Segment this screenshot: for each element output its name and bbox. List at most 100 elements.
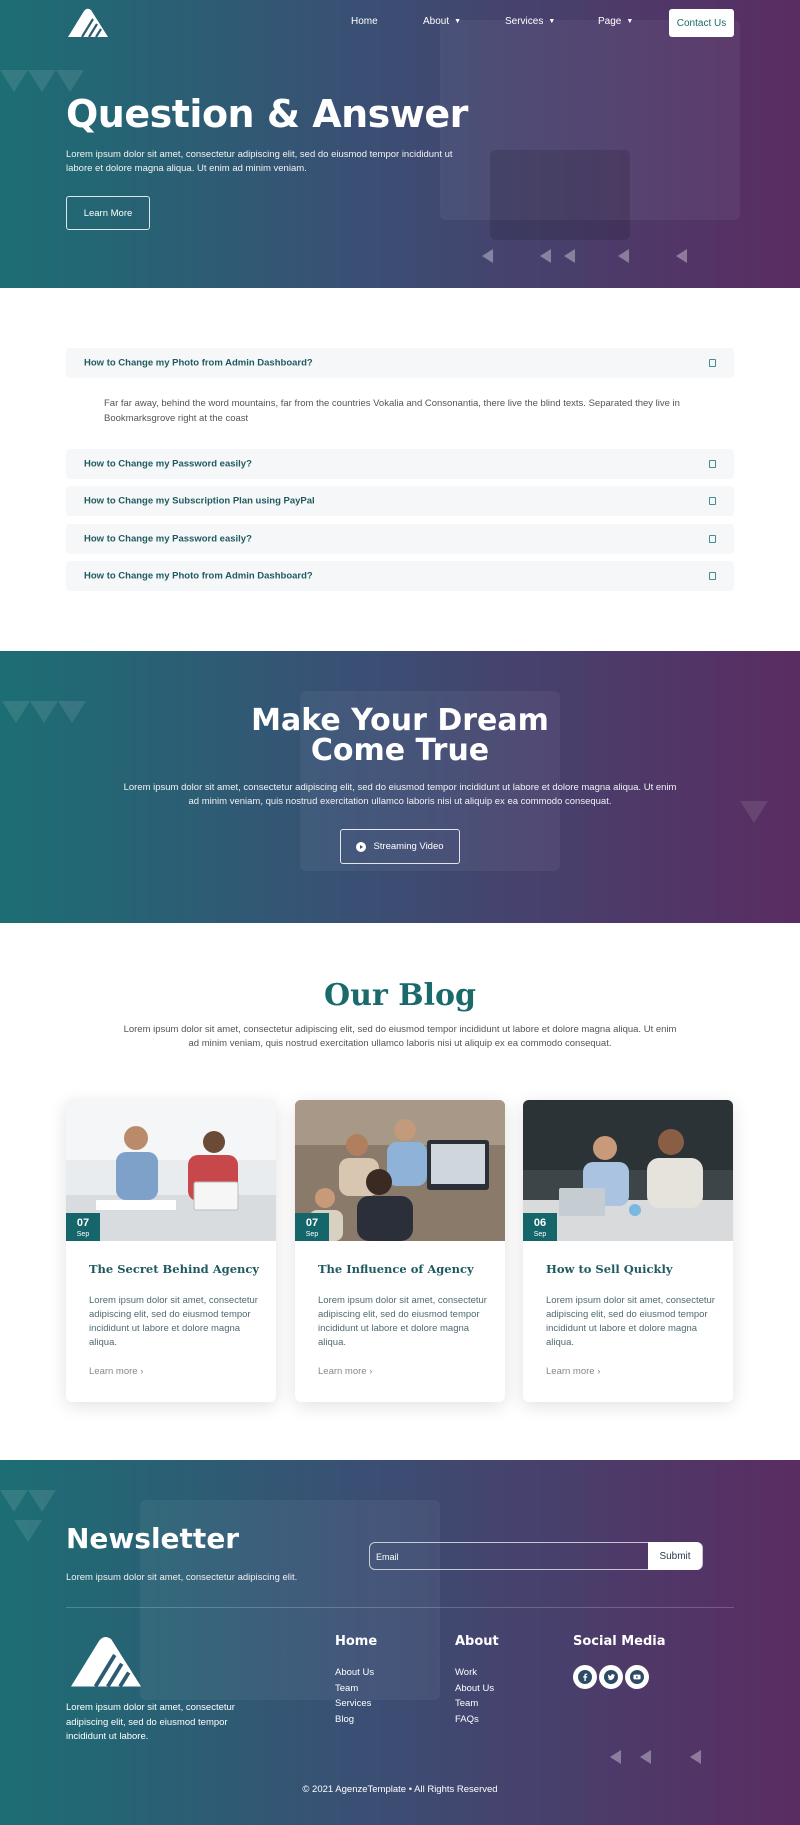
learn-more-link[interactable]: Learn more › (318, 1366, 372, 1377)
footer-link[interactable]: Team (335, 1681, 374, 1697)
arrow-right-icon: › (140, 1366, 144, 1377)
blog-card: 07 Sep The Influence of Agency Lorem ips… (295, 1100, 505, 1402)
logo-icon[interactable] (66, 7, 110, 39)
chevron-down-icon: ▼ (454, 18, 462, 25)
faq-question: How to Change my Photo from Admin Dashbo… (84, 357, 313, 369)
footer-link[interactable]: About Us (335, 1665, 374, 1681)
contact-us-button[interactable]: Contact Us (669, 9, 734, 37)
nav-label: Page (598, 16, 622, 27)
learn-more-button[interactable]: Learn More (66, 196, 150, 230)
nav-label: About (423, 16, 450, 27)
faq-question: How to Change my Photo from Admin Dashbo… (84, 570, 313, 582)
blog-card: 07 Sep The Secret Behind Agency Lorem ip… (66, 1100, 276, 1402)
learn-more-label: Learn more (318, 1366, 367, 1377)
date-badge: 07 Sep (295, 1213, 329, 1241)
faq-item[interactable]: How to Change my Subscription Plan using… (66, 486, 734, 516)
arrow-right-icon: › (369, 1366, 373, 1377)
youtube-icon[interactable] (625, 1665, 649, 1689)
toggle-icon (709, 535, 716, 543)
nav-label: Home (351, 16, 378, 27)
decor-arrow (676, 249, 687, 263)
footer-link[interactable]: FAQs (455, 1712, 494, 1728)
blog-card-title[interactable]: How to Sell Quickly (546, 1262, 673, 1276)
date-day: 07 (76, 1217, 90, 1229)
decor-triangle (14, 1520, 42, 1542)
footer-links-home: About Us Team Services Blog (335, 1665, 374, 1727)
decor-triangle (28, 70, 56, 92)
footer-logo-icon[interactable] (66, 1634, 146, 1690)
nav-services[interactable]: Services ▼ (505, 16, 555, 27)
footer-link[interactable]: Team (455, 1696, 494, 1712)
blog-card-title[interactable]: The Influence of Agency (318, 1262, 474, 1276)
footer-divider (66, 1607, 734, 1608)
footer-about-text: Lorem ipsum dolor sit amet, consectetur … (66, 1702, 235, 1742)
footer-heading-about: About (455, 1634, 499, 1649)
faq-question: How to Change my Password easily? (84, 458, 252, 470)
decor-triangle (0, 70, 28, 92)
faq-item[interactable]: How to Change my Password easily? (66, 449, 734, 479)
footer-heading-social: Social Media (573, 1634, 666, 1649)
blog-card-text: Lorem ipsum dolor sit amet, consectetur … (318, 1295, 487, 1348)
date-month: Sep (533, 1231, 547, 1238)
twitter-icon[interactable] (599, 1665, 623, 1689)
faq-question: How to Change my Password easily? (84, 533, 252, 545)
date-month: Sep (305, 1231, 319, 1238)
laptop-shape (490, 150, 630, 240)
date-day: 06 (533, 1217, 547, 1229)
toggle-icon (709, 460, 716, 468)
main-nav: Home About ▼ Services ▼ Page ▼ Contact Us (0, 0, 800, 44)
newsletter-text: Lorem ipsum dolor sit amet, consectetur … (66, 1572, 298, 1583)
faq-question: How to Change my Subscription Plan using… (84, 495, 315, 507)
email-field[interactable] (376, 1548, 676, 1565)
footer-link[interactable]: Blog (335, 1712, 374, 1728)
decor-arrow (564, 249, 575, 263)
footer-link[interactable]: About Us (455, 1681, 494, 1697)
learn-more-link[interactable]: Learn more › (546, 1366, 600, 1377)
faq-item[interactable]: How to Change my Password easily? (66, 524, 734, 554)
nav-home[interactable]: Home (351, 16, 378, 27)
footer-links-about: Work About Us Team FAQs (455, 1665, 494, 1727)
streaming-video-button[interactable]: Streaming Video (340, 829, 460, 864)
blog-card-text: Lorem ipsum dolor sit amet, consectetur … (89, 1295, 258, 1348)
submit-button[interactable]: Submit (648, 1542, 702, 1570)
decor-triangle (0, 1490, 28, 1512)
blog-card: 06 Sep How to Sell Quickly Lorem ipsum d… (523, 1100, 733, 1402)
learn-more-link[interactable]: Learn more › (89, 1366, 143, 1377)
blog-card-text: Lorem ipsum dolor sit amet, consectetur … (546, 1295, 715, 1348)
footer-link[interactable]: Services (335, 1696, 374, 1712)
toggle-icon (709, 572, 716, 580)
blog-text: Lorem ipsum dolor sit amet, consectetur … (123, 1024, 677, 1049)
play-icon (356, 841, 367, 852)
decor-arrow (482, 249, 493, 263)
facebook-icon[interactable] (573, 1665, 597, 1689)
decor-triangle (28, 1490, 56, 1512)
chevron-down-icon: ▼ (626, 18, 634, 25)
decor-triangle (740, 801, 768, 823)
footer-link[interactable]: Work (455, 1665, 494, 1681)
date-month: Sep (76, 1231, 90, 1238)
decor-arrow (610, 1750, 621, 1764)
cta-text: Lorem ipsum dolor sit amet, consectetur … (123, 782, 677, 807)
nav-label: Services (505, 16, 544, 27)
blog-card-title[interactable]: The Secret Behind Agency (89, 1262, 259, 1276)
toggle-icon (709, 359, 716, 367)
newsletter-title: Newsletter (66, 1522, 240, 1555)
copyright-text: © 2021 AgenzeTemplate • All Rights Reser… (302, 1784, 498, 1795)
faq-item[interactable]: How to Change my Photo from Admin Dashbo… (66, 561, 734, 591)
arrow-right-icon: › (597, 1366, 601, 1377)
date-badge: 06 Sep (523, 1213, 557, 1241)
decor-arrow (618, 249, 629, 263)
nav-page[interactable]: Page ▼ (598, 16, 633, 27)
decor-triangle (56, 70, 84, 92)
streaming-video-label: Streaming Video (373, 841, 444, 852)
nav-about[interactable]: About ▼ (423, 16, 461, 27)
chevron-down-icon: ▼ (548, 18, 556, 25)
decor-arrow (540, 249, 551, 263)
date-day: 07 (305, 1217, 319, 1229)
learn-more-label: Learn more (89, 1366, 138, 1377)
decor-arrow (690, 1750, 701, 1764)
toggle-icon (709, 497, 716, 505)
decor-arrow (640, 1750, 651, 1764)
faq-item[interactable]: How to Change my Photo from Admin Dashbo… (66, 348, 734, 378)
page-title: Question & Answer (66, 92, 468, 136)
